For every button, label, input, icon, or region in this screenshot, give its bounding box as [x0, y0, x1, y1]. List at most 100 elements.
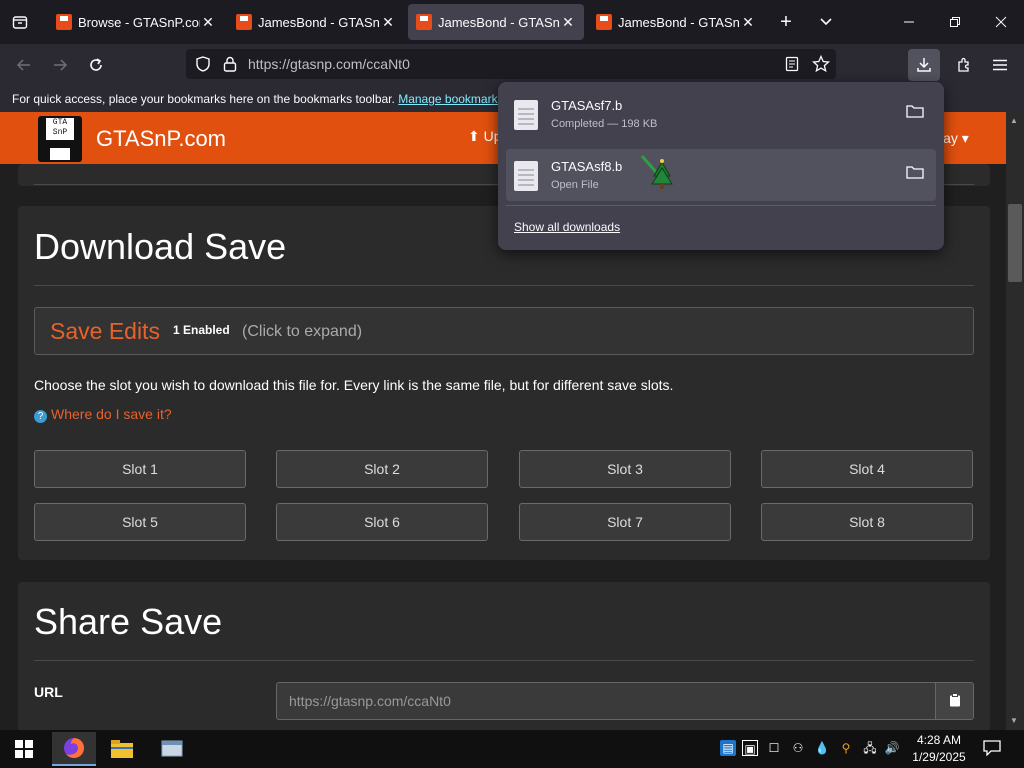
slot-2-button[interactable]: Slot 2 — [276, 450, 488, 488]
tray-people-icon[interactable]: ⚇ — [790, 740, 806, 756]
close-window-icon[interactable] — [978, 0, 1024, 44]
download-filename: GTASAsf8.b — [551, 159, 623, 174]
gtasnp-logo[interactable]: GTA SnP — [38, 116, 82, 162]
christmas-tree-cursor-icon — [640, 155, 673, 189]
file-icon — [514, 100, 538, 130]
floppy-shutter — [50, 148, 70, 160]
copy-url-button[interactable] — [935, 682, 974, 720]
clock-time: 4:28 AM — [916, 733, 962, 747]
tab-title: JamesBond - GTASnP.com — [438, 14, 560, 30]
network-icon[interactable]: 🖧 — [862, 740, 878, 756]
file-explorer-icon[interactable] — [100, 732, 144, 766]
extensions-icon[interactable] — [952, 53, 976, 77]
close-tab-icon[interactable]: ✕ — [560, 14, 576, 31]
app-window-icon[interactable] — [150, 732, 194, 766]
slot-description: Choose the slot you wish to download thi… — [34, 377, 674, 393]
download-save-heading: Download Save — [34, 226, 287, 267]
tab-jamesbond-1[interactable]: JamesBond - GTASnP.com ✕ — [228, 4, 404, 40]
firefox-taskbar-icon[interactable] — [52, 732, 96, 766]
scroll-down-icon[interactable]: ▼ — [1010, 716, 1018, 725]
shield-icon[interactable] — [194, 55, 212, 78]
help-icon: ? — [34, 410, 47, 423]
minimize-icon[interactable] — [886, 0, 932, 44]
gtasnp-favicon-icon — [236, 14, 252, 30]
divider — [34, 660, 974, 661]
where-save-link[interactable]: ? Where do I save it? — [34, 406, 172, 423]
download-item[interactable]: GTASAsf8.b Open File — [506, 149, 936, 201]
chevron-down-icon[interactable] — [806, 0, 846, 44]
tab-title: JamesBond - GTASnP.com — [618, 14, 740, 30]
slot-5-button[interactable]: Slot 5 — [34, 503, 246, 541]
url-bar[interactable]: https://gtasnp.com/ccaNt0 — [186, 49, 836, 79]
tab-title: Browse - GTASnP.com — [78, 14, 200, 30]
tray-search-icon[interactable]: ⚲ — [838, 740, 854, 756]
scroll-up-icon[interactable]: ▲ — [1010, 116, 1018, 125]
close-tab-icon[interactable]: ✕ — [380, 14, 396, 31]
notifications-icon[interactable] — [982, 740, 1002, 757]
save-edits-panel[interactable]: Save Edits 1 Enabled (Click to expand) — [34, 307, 974, 355]
clipboard-icon — [949, 692, 961, 710]
divider — [506, 205, 936, 206]
reader-view-icon[interactable] — [784, 56, 800, 77]
gtasnp-favicon-icon — [56, 14, 72, 30]
reload-icon[interactable] — [84, 53, 108, 77]
slot-4-button[interactable]: Slot 4 — [761, 450, 973, 488]
downloads-panel: GTASAsf7.b Completed — 198 KB GTASAsf8.b… — [498, 82, 944, 250]
gtasnp-favicon-icon — [596, 14, 612, 30]
tab-browse[interactable]: Browse - GTASnP.com ✕ — [48, 4, 224, 40]
logo-label: GTA SnP — [46, 118, 74, 140]
save-edits-title: Save Edits — [50, 318, 160, 344]
lock-icon[interactable] — [222, 55, 238, 78]
start-windows-icon[interactable] — [2, 732, 46, 766]
taskbar-clock[interactable]: 4:28 AM 1/29/2025 — [906, 732, 972, 766]
menu-hamburger-icon[interactable] — [988, 53, 1012, 77]
download-status: Completed — 198 KB — [551, 118, 658, 130]
slot-8-button[interactable]: Slot 8 — [761, 503, 973, 541]
expand-hint: (Click to expand) — [242, 323, 363, 340]
where-save-label: Where do I save it? — [51, 406, 172, 422]
slot-3-button[interactable]: Slot 3 — [519, 450, 731, 488]
tab-jamesbond-3[interactable]: JamesBond - GTASnP.com ✕ — [588, 4, 764, 40]
share-url-input[interactable]: https://gtasnp.com/ccaNt0 — [276, 682, 936, 720]
tray-drop-icon[interactable]: 💧 — [814, 740, 830, 756]
folder-icon[interactable] — [906, 165, 924, 179]
tab-jamesbond-active[interactable]: JamesBond - GTASnP.com ✕ — [408, 4, 584, 40]
folder-icon[interactable] — [906, 104, 924, 118]
download-filename: GTASAsf7.b — [551, 98, 623, 113]
play-nav-link[interactable]: lay ▾ — [940, 130, 969, 147]
windows-taskbar: ▤ ▣ ☐ ⚇ 💧 ⚲ 🖧 🔊 4:28 AM 1/29/2025 — [0, 730, 1024, 768]
back-arrow-icon[interactable] — [12, 53, 36, 77]
tab-list-icon[interactable] — [0, 0, 40, 44]
download-status: Open File — [551, 179, 599, 191]
volume-icon[interactable]: 🔊 — [884, 740, 900, 756]
gtasnp-favicon-icon — [416, 14, 432, 30]
slot-7-button[interactable]: Slot 7 — [519, 503, 731, 541]
scrollbar-thumb[interactable] — [1008, 204, 1022, 282]
divider — [34, 285, 974, 286]
url-label: URL — [34, 684, 63, 700]
tray-app-icon[interactable]: ▤ — [720, 740, 736, 756]
bookmark-star-icon[interactable] — [811, 54, 831, 78]
close-tab-icon[interactable]: ✕ — [200, 14, 216, 31]
file-icon — [514, 161, 538, 191]
show-all-downloads-link[interactable]: Show all downloads — [514, 220, 620, 234]
caret-down-icon: ▾ — [961, 130, 969, 146]
site-name[interactable]: GTASnP.com — [96, 126, 226, 152]
close-tab-icon[interactable]: ✕ — [740, 14, 756, 31]
upload-nav-link[interactable]: ⬆ Up — [468, 128, 502, 145]
downloads-icon[interactable] — [908, 49, 940, 81]
tray-monitor-icon[interactable]: ▣ — [742, 740, 758, 756]
page-scrollbar[interactable]: ▲ ▼ — [1006, 112, 1024, 730]
enabled-badge: 1 Enabled — [173, 323, 230, 337]
tray-window-icon[interactable]: ☐ — [766, 740, 782, 756]
url-text: https://gtasnp.com/ccaNt0 — [248, 56, 410, 72]
clock-date: 1/29/2025 — [912, 750, 966, 764]
share-save-heading: Share Save — [34, 601, 223, 642]
restore-icon[interactable] — [932, 0, 978, 44]
new-tab-icon[interactable]: + — [764, 0, 808, 44]
slot-1-button[interactable]: Slot 1 — [34, 450, 246, 488]
slot-6-button[interactable]: Slot 6 — [276, 503, 488, 541]
tab-title: JamesBond - GTASnP.com — [258, 14, 380, 30]
download-item[interactable]: GTASAsf7.b Completed — 198 KB — [506, 88, 936, 140]
forward-arrow-icon[interactable] — [48, 53, 72, 77]
